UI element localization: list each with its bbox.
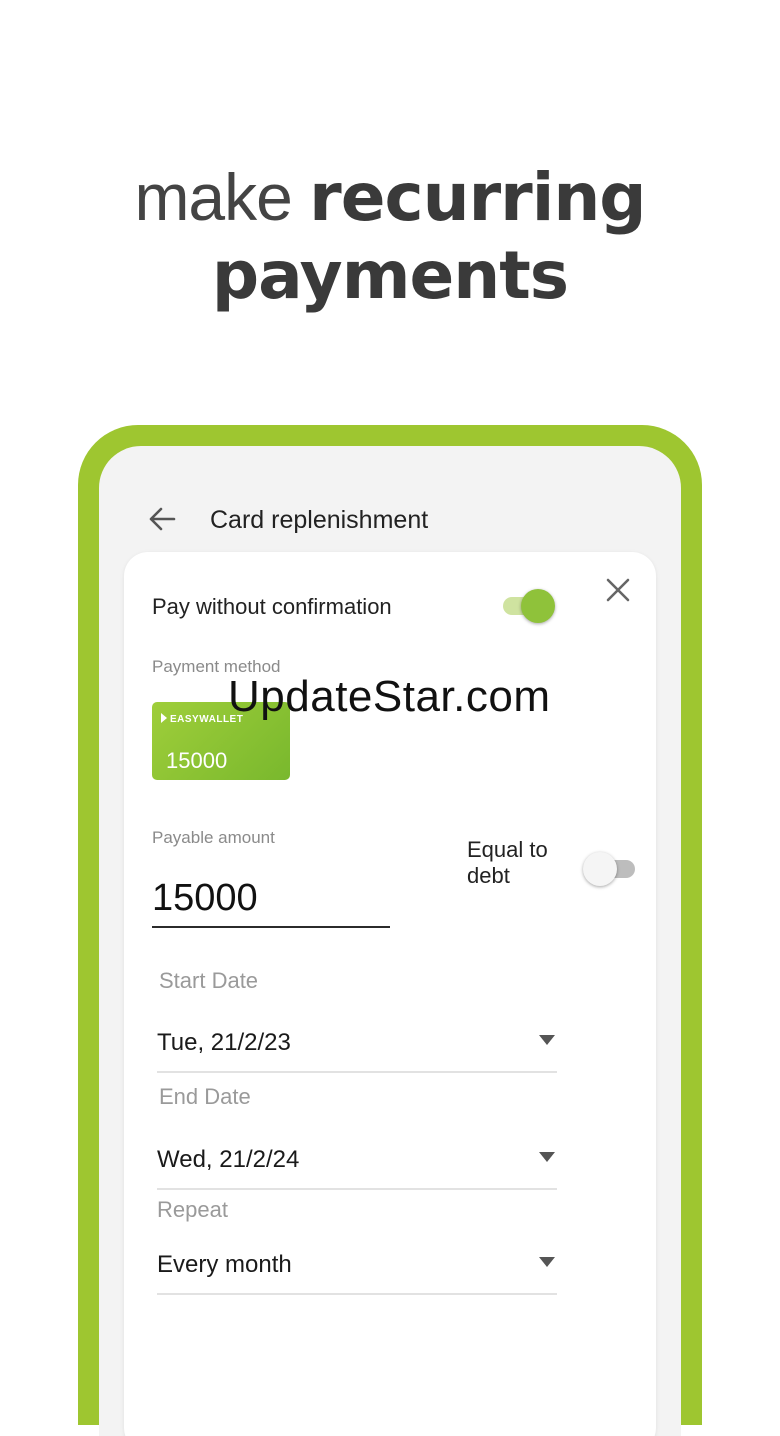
back-arrow-icon[interactable] — [147, 504, 177, 534]
payable-amount-input[interactable] — [152, 870, 390, 928]
start-date-label: Start Date — [159, 968, 259, 993]
repeat-value: Every month — [157, 1251, 292, 1278]
chevron-down-icon — [539, 1152, 555, 1162]
page-title: Card replenishment — [210, 506, 429, 534]
start-date-value: Tue, 21/2/23 — [157, 1029, 291, 1056]
pay-without-confirmation-toggle[interactable] — [499, 588, 555, 624]
chevron-down-icon — [539, 1035, 555, 1045]
pay-without-confirmation-label: Pay without confirmation — [152, 594, 392, 619]
replenishment-form-card: Pay without confirmation Payment method … — [124, 552, 656, 1436]
phone-frame: Card replenishment Pay without confirmat… — [78, 425, 702, 1436]
headline: make recurring payments — [0, 158, 780, 315]
toggle-thumb — [521, 589, 555, 623]
wallet-balance: 15000 — [166, 748, 228, 773]
wallet-logo-icon — [161, 713, 167, 723]
payable-amount-label: Payable amount — [152, 828, 275, 847]
end-date-label: End Date — [159, 1084, 251, 1109]
wallet-brand: EASYWALLET — [161, 713, 243, 725]
equal-to-debt-label: Equal to debt — [467, 837, 548, 888]
start-date-dropdown[interactable]: Tue, 21/2/23 — [157, 1019, 557, 1073]
headline-light: make — [134, 160, 310, 234]
end-date-value: Wed, 21/2/24 — [157, 1146, 300, 1173]
wallet-brand-text: EASYWALLET — [170, 714, 244, 725]
headline-line-2: payments — [0, 237, 780, 315]
close-icon[interactable] — [604, 576, 632, 604]
toggle-thumb — [583, 852, 617, 886]
headline-line-1: make recurring — [0, 158, 780, 237]
chevron-down-icon — [539, 1257, 555, 1267]
headline-bold-recurring: recurring — [309, 159, 646, 236]
payment-method-card[interactable]: EASYWALLET 15000 — [152, 702, 290, 780]
repeat-label: Repeat — [157, 1197, 228, 1222]
end-date-dropdown[interactable]: Wed, 21/2/24 — [157, 1136, 557, 1190]
headline-bold-payments: payments — [211, 237, 569, 314]
payment-method-label: Payment method — [152, 657, 281, 676]
equal-to-debt-toggle[interactable] — [583, 851, 639, 887]
repeat-dropdown[interactable]: Every month — [157, 1241, 557, 1295]
phone-screen: Card replenishment Pay without confirmat… — [99, 446, 681, 1436]
